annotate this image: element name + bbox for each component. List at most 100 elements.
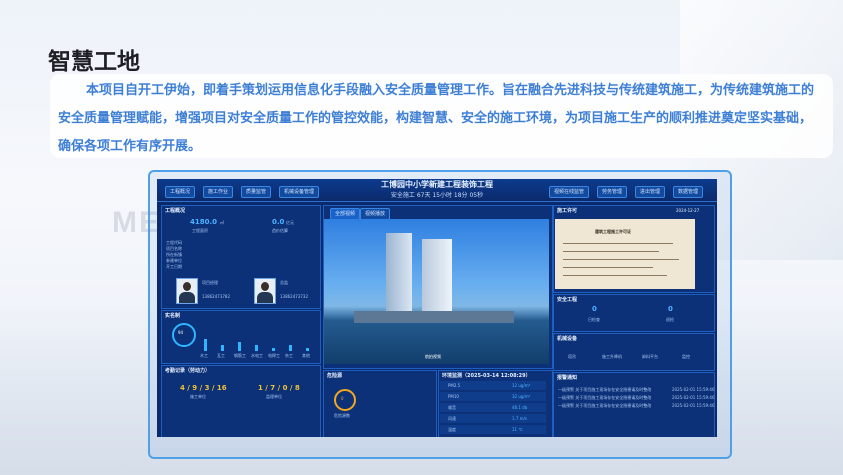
danger-ring-value: 0 (341, 396, 344, 401)
attendance-left-label: 施工单位 (190, 394, 206, 399)
machinery-panel: 机械设备 塔吊 施工升降机 卸料平台 监控 (553, 333, 715, 371)
labor-bar (204, 339, 207, 351)
labor-panel: 实名制 94 木工 瓦工 钢筋工 水电工 电焊工 杂工 其他 (161, 310, 321, 364)
danger-ring-label: 危险源数 (334, 413, 350, 418)
area-label: 工程面积 (192, 228, 208, 233)
attendance-left-value: 4 / 9 / 3 / 16 (180, 384, 227, 392)
labor-bar-label: 水电工 (251, 353, 263, 358)
doc-line (563, 251, 659, 252)
person2-phone: 13862473732 (280, 294, 308, 299)
labor-bar-label: 钢筋工 (234, 353, 246, 358)
attendance-right-value: 1 / 7 / 0 / 8 (258, 384, 300, 392)
nav-right-1[interactable]: 视频在线监管 (549, 186, 590, 198)
doc-line (563, 267, 653, 268)
env-value: 12 ug/m³ (512, 383, 531, 388)
nav-left-4[interactable]: 机械设备管理 (279, 186, 320, 198)
warnings-title: 报警通知 (557, 375, 578, 381)
permit-doc-title: 建筑工程施工许可证 (595, 229, 631, 234)
building-base (354, 311, 514, 323)
intro-text: 本项目自开工伊始，即着手策划运用信息化手段融入安全质量管理工作。旨在融合先进科技… (58, 83, 815, 154)
warning-time: 2025-02-01 15:59:46 (672, 387, 715, 392)
warning-time: 2025-02-01 15:59:46 (672, 395, 715, 400)
doc-line (563, 259, 679, 260)
person1-phone: 13862473782 (202, 294, 230, 299)
person2-role: 总监 (280, 280, 288, 285)
person1-role: 项目经理 (202, 280, 218, 285)
machine-tower-crane[interactable]: 塔吊 (568, 354, 576, 360)
safety-panel: 安全工程 0 日检查 0 巡检 (553, 294, 715, 332)
env-name: 风速 (448, 416, 456, 421)
labor-bar (255, 345, 258, 351)
labor-bar-label: 瓦工 (217, 353, 225, 358)
labor-bar-label: 电焊工 (268, 353, 280, 358)
permit-title: 施工许可 (557, 208, 578, 214)
environment-title: 环境监测（2025-03-14 12:08:29） (442, 373, 531, 379)
env-name: 温度 (448, 427, 456, 432)
machine-platform[interactable]: 卸料平台 (642, 354, 658, 360)
doc-line (563, 243, 673, 244)
safety-days-counter: 安全施工 67天 15小时 18分 05秒 (390, 192, 484, 199)
system-title: 工博园中小学新建工程装饰工程 (381, 180, 493, 189)
nav-right-3[interactable]: 进出管理 (635, 186, 666, 198)
safety-left-label: 日检查 (588, 317, 600, 322)
field-5: 开工日期 (166, 264, 182, 269)
dashboard-screen: 工博园中小学新建工程装饰工程 安全施工 67天 15小时 18分 05秒 工程概… (157, 179, 717, 437)
machine-hoist[interactable]: 施工升降机 (602, 354, 622, 360)
safety-right-value: 0 (668, 305, 673, 313)
labor-bar (272, 348, 275, 351)
warning-time: 2025-02-01 15:59:46 (672, 403, 715, 408)
safety-right-label: 巡检 (666, 317, 674, 322)
cost-label: 造价估算 (272, 228, 288, 233)
nav-left-3[interactable]: 质量监管 (241, 186, 272, 198)
danger-ring (334, 389, 356, 411)
env-row: 温度 11 ℃ (440, 425, 546, 434)
permit-date: 2024-12-27 (676, 208, 700, 213)
labor-bar (306, 348, 309, 351)
area-value: 4180.0 (190, 218, 218, 226)
attendance-right-label: 监理单位 (266, 394, 282, 399)
danger-title: 危险源 (327, 373, 343, 379)
labor-bar (289, 345, 292, 351)
attendance-title: 考勤记录（劳动力） (165, 368, 211, 374)
labor-bar-label: 其他 (302, 353, 310, 358)
labor-bar (238, 342, 241, 351)
video-caption: 航拍视频 (425, 354, 441, 359)
page-title: 智慧工地 (48, 49, 140, 75)
env-value: 1.7 m/s (512, 416, 527, 421)
env-name: 噪音 (448, 405, 456, 410)
dashboard-topbar: 工博园中小学新建工程装饰工程 安全施工 67天 15小时 18分 05秒 工程概… (157, 179, 717, 202)
env-value: 48.1 db (512, 405, 528, 410)
env-row: PM2.5 12 ug/m³ (440, 381, 546, 390)
env-name: PM2.5 (448, 383, 461, 388)
warning-text[interactable]: 一级预警 关于项目施工现场存在安全隐患请及时整改 (558, 387, 651, 393)
safety-title: 安全工程 (557, 297, 578, 303)
area-unit: ㎡ (220, 220, 224, 225)
danger-panel: 危险源 0 危险源数 (323, 370, 437, 437)
nav-left-1[interactable]: 工程概况 (165, 186, 196, 198)
overview-title: 工程概况 (165, 208, 186, 214)
cost-value: 0.0 (272, 218, 285, 226)
permit-document[interactable]: 建筑工程施工许可证 (555, 219, 695, 289)
nav-left-2[interactable]: 施工作业 (203, 186, 234, 198)
avatar (254, 278, 276, 304)
building-tower (386, 233, 412, 323)
attendance-panel: 考勤记录（劳动力） 4 / 9 / 3 / 16 施工单位 1 / 7 / 0 … (161, 365, 321, 437)
labor-title: 实名制 (165, 313, 181, 319)
doc-line (563, 275, 667, 276)
nav-right-2[interactable]: 劳务管理 (597, 186, 628, 198)
avatar (176, 278, 198, 304)
warning-text[interactable]: 一级预警 关于项目施工现场存在安全隐患请及时整改 (558, 403, 651, 409)
env-row: 风速 1.7 m/s (440, 414, 546, 423)
nav-right-4[interactable]: 数据管理 (673, 186, 704, 198)
labor-bar (221, 345, 224, 351)
aerial-video-image[interactable] (324, 219, 549, 364)
labor-ring-value: 94 (178, 330, 184, 335)
env-row: PM10 32 ug/m³ (440, 392, 546, 401)
machine-monitor[interactable]: 监控 (682, 354, 690, 360)
overview-panel: 工程概况 4180.0 ㎡ 工程面积 0.0 亿元 造价估算 工程代码 项目名称… (161, 205, 321, 309)
labor-ring (172, 323, 196, 347)
labor-bar-label: 杂工 (285, 353, 293, 358)
cost-unit: 亿元 (286, 220, 294, 225)
env-row: 噪音 48.1 db (440, 403, 546, 412)
warning-text[interactable]: 一级预警 关于项目施工现场存在安全隐患请及时整改 (558, 395, 651, 401)
